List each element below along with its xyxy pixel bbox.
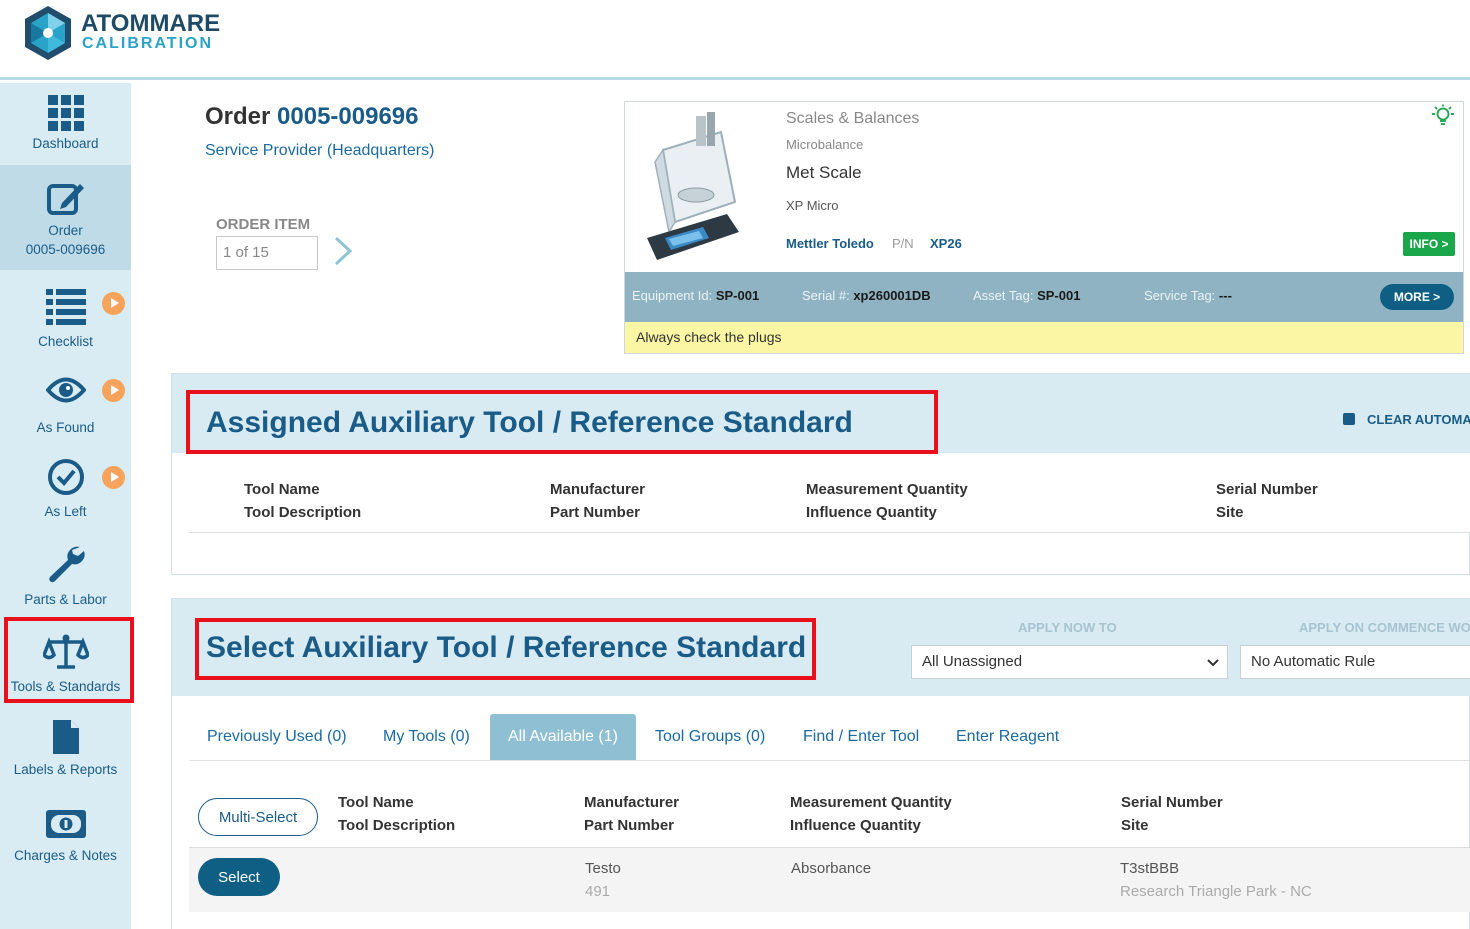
highlight-box — [186, 390, 938, 454]
lightbulb-icon[interactable] — [1428, 104, 1458, 128]
equipment-id-bar: Equipment Id: SP-001 Serial #: xp260001D… — [625, 272, 1463, 322]
equipment-manufacturer[interactable]: Mettler Toledo — [786, 236, 874, 251]
equipment-name: Met Scale — [786, 163, 862, 182]
tabs-divider — [189, 760, 1470, 761]
sidebar-item-label: Dashboard — [32, 136, 99, 151]
equipment-card: Scales & Balances Microbalance Met Scale… — [624, 101, 1464, 354]
sidebar-item-parts-labor[interactable]: Parts & Labor — [0, 545, 131, 615]
service-tag-field: Service Tag: --- — [1144, 288, 1232, 303]
column-header-tool: Tool Name Tool Description — [338, 794, 456, 834]
asset-tag-field: Asset Tag: SP-001 — [973, 288, 1081, 303]
play-icon[interactable] — [102, 466, 125, 489]
equipment-subcategory: Microbalance — [786, 137, 864, 152]
microbalance-image — [647, 112, 739, 260]
column-header-manufacturer: Manufacturer Part Number — [584, 794, 680, 834]
brand-tagline: CALIBRATION — [82, 35, 214, 52]
order-item-label: ORDER ITEM — [216, 216, 311, 233]
select-button[interactable]: Select — [198, 858, 280, 896]
equipment-model: XP Micro — [786, 198, 839, 213]
apply-commence-label: APPLY ON COMMENCE WO — [1299, 620, 1470, 635]
tab-enter-reagent[interactable]: Enter Reagent — [956, 714, 1059, 760]
part-number-label: P/N — [892, 236, 914, 251]
document-icon — [52, 720, 79, 754]
atommare-logo-icon[interactable] — [22, 4, 74, 62]
column-header-quantity: Measurement Quantity Influence Quantity — [790, 794, 952, 834]
tool-serial-cell: T3stBBB Research Triangle Park - NC — [1120, 860, 1312, 900]
tab-all-available[interactable]: All Available (1) — [490, 714, 636, 760]
tool-manufacturer-cell: Testo 491 — [585, 860, 621, 900]
play-icon[interactable] — [102, 379, 125, 402]
sidebar-item-checklist[interactable]: Checklist — [0, 283, 131, 353]
grid-icon — [47, 95, 84, 131]
multi-select-button[interactable]: Multi-Select — [198, 798, 318, 836]
equipment-id-field: Equipment Id: SP-001 — [632, 288, 760, 303]
more-button[interactable]: MORE > — [1380, 284, 1454, 310]
sidebar-item-label: Charges & Notes — [14, 848, 117, 863]
clear-automatic-button[interactable]: CLEAR AUTOMA — [1343, 412, 1470, 427]
app-header: ATOMMARE CALIBRATION — [0, 0, 1470, 80]
tab-find-enter-tool[interactable]: Find / Enter Tool — [803, 714, 919, 760]
brand-name: ATOMMARE — [81, 10, 221, 37]
apply-now-label: APPLY NOW TO — [1018, 620, 1117, 635]
chevron-right-icon[interactable] — [332, 236, 354, 266]
tab-previously-used[interactable]: Previously Used (0) — [207, 714, 347, 760]
sidebar-item-label: Parts & Labor — [24, 592, 107, 607]
play-icon[interactable] — [102, 292, 125, 315]
sidebar-item-order[interactable]: Order 0005-009696 — [0, 165, 131, 270]
sidebar-item-charges-notes[interactable]: Charges & Notes — [0, 807, 131, 877]
equipment-note: Always check the plugs — [625, 322, 1463, 353]
order-prefix: Order — [205, 103, 271, 130]
column-header-serial: Serial Number Site — [1216, 481, 1318, 521]
tool-quantity-cell: Absorbance — [791, 860, 872, 877]
sidebar-item-as-found[interactable]: As Found — [0, 369, 131, 439]
page-title: Order 0005-009696 — [205, 103, 419, 131]
chevron-down-icon — [1207, 659, 1219, 667]
sidebar-item-label: Labels & Reports — [13, 762, 118, 777]
wrench-icon — [48, 546, 85, 583]
money-icon — [45, 810, 86, 838]
eye-icon — [45, 377, 86, 403]
service-provider-link[interactable]: Service Provider (Headquarters) — [205, 142, 434, 160]
serial-field: Serial #: xp260001DB — [802, 288, 931, 303]
highlight-box — [195, 618, 816, 680]
highlight-box — [4, 617, 134, 703]
column-header-tool: Tool Name Tool Description — [244, 481, 362, 521]
info-button[interactable]: INFO > — [1403, 232, 1455, 256]
sidebar-item-label: Checklist — [38, 334, 93, 349]
apply-commence-select[interactable]: No Automatic Rule — [1240, 645, 1470, 679]
equipment-category: Scales & Balances — [786, 110, 920, 127]
sidebar-item-labels-reports[interactable]: Labels & Reports — [0, 717, 131, 787]
column-header-manufacturer: Manufacturer Part Number — [550, 481, 646, 521]
column-header-quantity: Measurement Quantity Influence Quantity — [806, 481, 968, 521]
tab-tool-groups[interactable]: Tool Groups (0) — [655, 714, 765, 760]
sidebar-item-label: Order — [48, 223, 83, 238]
sidebar-item-dashboard[interactable]: Dashboard — [0, 93, 131, 165]
apply-now-select[interactable]: All Unassigned — [911, 645, 1228, 679]
order-number[interactable]: 0005-009696 — [277, 103, 418, 130]
order-item-field[interactable]: 1 of 15 — [216, 236, 318, 270]
equipment-part-number[interactable]: XP26 — [930, 236, 962, 251]
check-circle-icon — [47, 459, 84, 495]
column-header-serial: Serial Number Site — [1121, 794, 1223, 834]
sidebar-nav: Dashboard Order 0005-009696 Checklist As… — [0, 83, 131, 929]
list-icon — [45, 289, 86, 325]
sidebar-item-label: As Found — [36, 420, 95, 435]
sidebar-item-label: As Left — [44, 504, 87, 519]
sidebar-item-as-left[interactable]: As Left — [0, 457, 131, 527]
table-row: Select Testo 491 Absorbance T3stBBB Rese… — [189, 848, 1470, 912]
tab-my-tools[interactable]: My Tools (0) — [383, 714, 470, 760]
edit-icon — [46, 184, 84, 215]
sidebar-item-order-number: 0005-009696 — [25, 242, 106, 257]
